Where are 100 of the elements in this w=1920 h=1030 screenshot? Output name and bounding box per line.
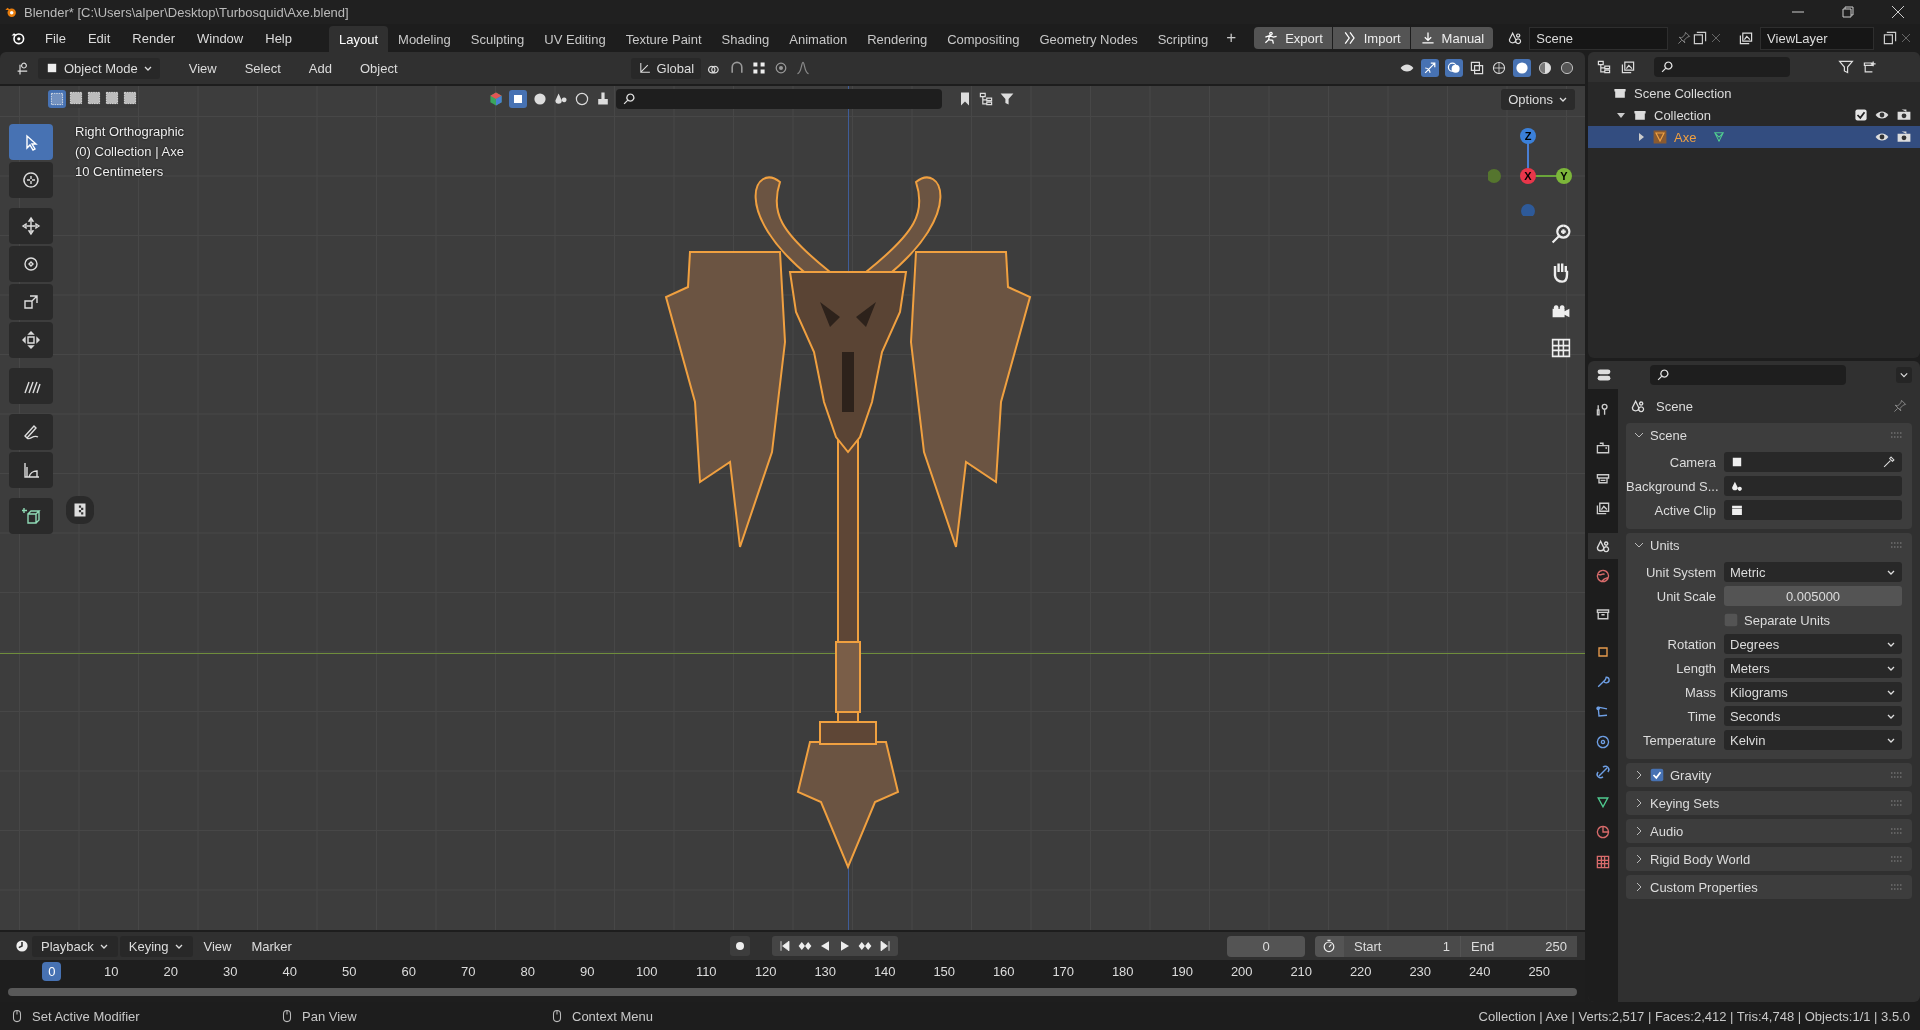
- dropdown[interactable]: Kilograms: [1724, 682, 1902, 702]
- blender-logo-icon[interactable]: [10, 30, 26, 46]
- display-mode-icon[interactable]: [1596, 59, 1612, 75]
- wireframe-shading-icon[interactable]: [1491, 60, 1507, 76]
- selection-mode-icon[interactable]: [104, 90, 120, 106]
- workspace-tab[interactable]: Scripting: [1147, 26, 1219, 52]
- duplicate-icon[interactable]: [1882, 30, 1898, 46]
- object-picker-field[interactable]: [1724, 452, 1902, 472]
- tool-button[interactable]: [9, 414, 53, 450]
- clock-icon[interactable]: [14, 938, 30, 954]
- checkbox[interactable]: [1854, 108, 1868, 122]
- selection-mode-icon[interactable]: [48, 90, 66, 108]
- object-picker-field[interactable]: [1724, 476, 1902, 496]
- tool-button[interactable]: [9, 368, 53, 404]
- eyedropper-icon[interactable]: [1882, 455, 1896, 469]
- addon-button[interactable]: Manual: [1410, 27, 1494, 49]
- panel-header[interactable]: Scene: [1626, 423, 1912, 447]
- view-layer-icon[interactable]: [1738, 30, 1755, 46]
- globe-icon[interactable]: [574, 91, 590, 107]
- gizmo-toggle-icon[interactable]: [1421, 59, 1439, 77]
- scene-icon[interactable]: [1588, 533, 1618, 559]
- view-layer-field[interactable]: ViewLayer: [1760, 26, 1874, 50]
- camera-icon[interactable]: [1896, 129, 1912, 145]
- disclosure-icon[interactable]: [1616, 110, 1626, 120]
- add-workspace-button[interactable]: +: [1218, 26, 1245, 52]
- hierarchy-icon[interactable]: [978, 91, 994, 107]
- chevron-icon[interactable]: [1634, 798, 1644, 808]
- tool-button[interactable]: [9, 498, 53, 534]
- current-frame-marker[interactable]: 0: [42, 962, 62, 981]
- pin-icon[interactable]: [1892, 398, 1908, 414]
- duplicate-icon[interactable]: [1692, 30, 1709, 46]
- drag-handle-icon[interactable]: [1890, 800, 1904, 806]
- material-shading-icon[interactable]: [1537, 60, 1553, 76]
- workspace-tab[interactable]: UV Editing: [534, 26, 616, 52]
- end-frame-field[interactable]: End 250: [1461, 935, 1577, 957]
- orientation-dropdown[interactable]: Global: [630, 57, 702, 79]
- editor-type-icon[interactable]: [1596, 367, 1612, 383]
- object-filter-icon[interactable]: [509, 90, 527, 108]
- camera-icon[interactable]: [1896, 107, 1912, 123]
- menu-item[interactable]: Edit: [76, 27, 122, 49]
- menu-item[interactable]: Select: [233, 57, 292, 79]
- workspace-tab[interactable]: Rendering: [857, 26, 938, 52]
- filter-icon[interactable]: [1838, 59, 1854, 75]
- options-dropdown[interactable]: Options: [1501, 88, 1575, 110]
- tool-button[interactable]: [9, 452, 53, 488]
- filter-icon[interactable]: [999, 91, 1015, 107]
- xray-icon[interactable]: [1469, 60, 1485, 76]
- chevron-down-icon[interactable]: [1896, 367, 1912, 383]
- dropdown[interactable]: Kelvin: [1724, 730, 1902, 750]
- image-stack-icon[interactable]: [1620, 59, 1636, 75]
- drag-handle-icon[interactable]: [1890, 856, 1904, 862]
- menu-item[interactable]: View: [194, 935, 241, 957]
- chevron-icon[interactable]: [1634, 430, 1644, 440]
- search-field[interactable]: [1650, 365, 1846, 385]
- dropdown[interactable]: Degrees: [1724, 634, 1902, 654]
- menu-item[interactable]: Window: [186, 27, 255, 49]
- selection-mode-icon[interactable]: [122, 90, 138, 106]
- drag-handle-icon[interactable]: [1890, 884, 1904, 890]
- drag-handle-icon[interactable]: [1890, 828, 1904, 834]
- start-frame-field[interactable]: Start 1: [1344, 935, 1460, 957]
- chevron-icon[interactable]: [1634, 882, 1644, 892]
- checkbox-option[interactable]: Separate Units: [1724, 612, 1830, 628]
- number-field[interactable]: 0.005000: [1724, 586, 1902, 606]
- tool-button[interactable]: [9, 246, 53, 282]
- workspace-tab[interactable]: Sculpting: [460, 26, 535, 52]
- tool-button[interactable]: [9, 208, 53, 244]
- panel-header[interactable]: Units: [1626, 533, 1912, 557]
- menu-item[interactable]: File: [34, 27, 77, 49]
- workspace-tab[interactable]: Modeling: [388, 26, 461, 52]
- rendered-shading-icon[interactable]: [1559, 60, 1575, 76]
- selection-mode-icon[interactable]: [86, 90, 102, 106]
- chevron-icon[interactable]: [1634, 826, 1644, 836]
- panel-header[interactable]: Rigid Body World: [1626, 847, 1912, 871]
- tool-button[interactable]: [9, 284, 53, 320]
- sphere-icon[interactable]: [532, 91, 548, 107]
- workspace-tab[interactable]: Compositing: [937, 26, 1030, 52]
- search-field[interactable]: [1654, 57, 1790, 77]
- panel-header[interactable]: Custom Properties: [1626, 875, 1912, 899]
- overlay-toggle-icon[interactable]: [1445, 59, 1463, 77]
- tool-button[interactable]: [9, 162, 53, 198]
- object-picker-field[interactable]: [1724, 500, 1902, 520]
- checker-icon[interactable]: [66, 496, 94, 524]
- scene-field[interactable]: Scene: [1529, 26, 1669, 50]
- dropdown[interactable]: Meters: [1724, 658, 1902, 678]
- menu-item[interactable]: Keying: [119, 935, 193, 957]
- solid-shading-icon[interactable]: [1513, 59, 1531, 77]
- menu-item[interactable]: View: [177, 57, 228, 79]
- dropdown[interactable]: Seconds: [1724, 706, 1902, 726]
- addon-button[interactable]: Import: [1332, 27, 1410, 49]
- pin-icon[interactable]: [1676, 30, 1693, 46]
- current-frame-field[interactable]: 0: [1227, 935, 1305, 957]
- search-field[interactable]: [616, 89, 942, 109]
- disclosure-icon[interactable]: [1636, 132, 1646, 142]
- falloff-curve-icon[interactable]: [795, 60, 812, 76]
- panel-header[interactable]: Gravity: [1626, 763, 1912, 787]
- drag-handle-icon[interactable]: [1890, 432, 1904, 438]
- menu-item[interactable]: Object: [348, 57, 409, 79]
- selection-mode-icon[interactable]: [68, 90, 84, 106]
- workspace-tab[interactable]: Animation: [779, 26, 858, 52]
- scrollbar[interactable]: [8, 988, 1577, 996]
